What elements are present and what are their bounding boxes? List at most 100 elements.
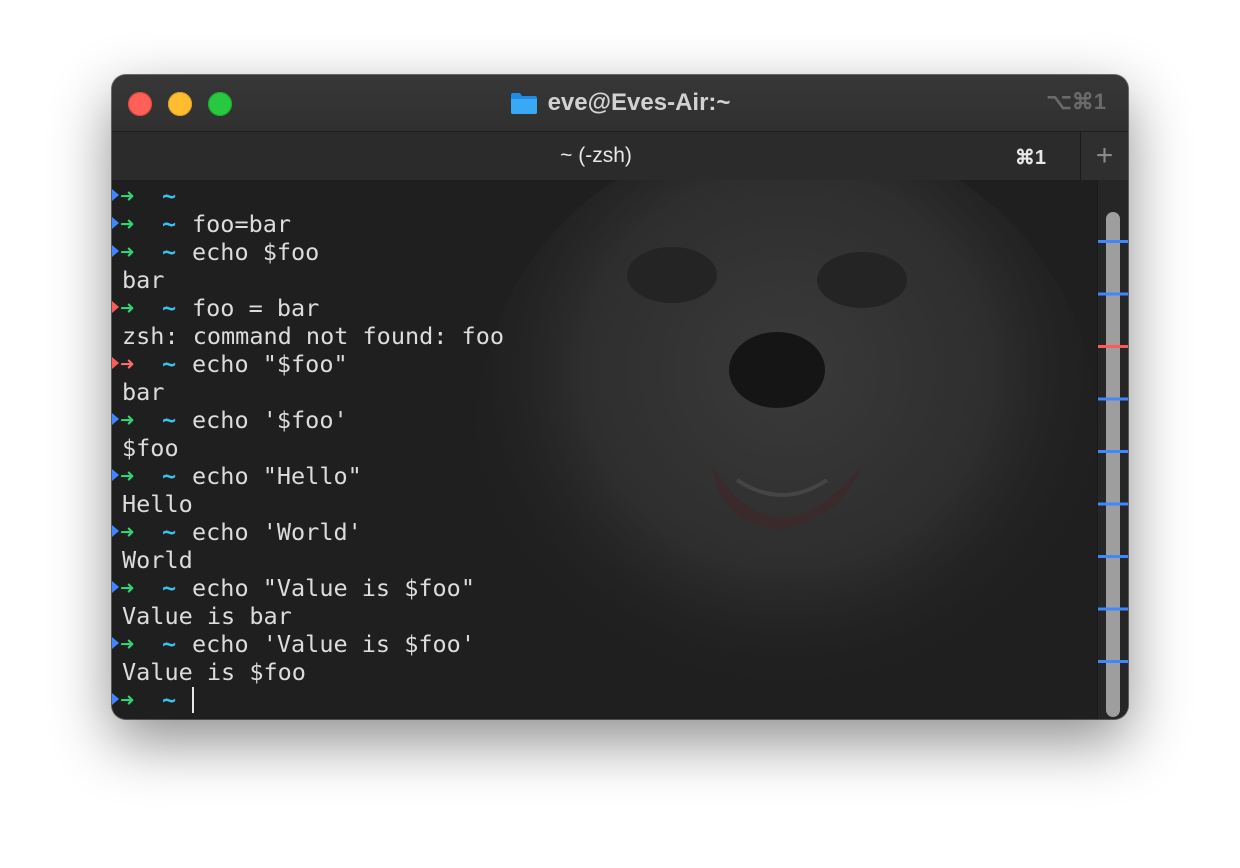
prompt-directory: ~ bbox=[162, 294, 177, 322]
output-line: World bbox=[112, 546, 1088, 574]
text-cursor bbox=[192, 687, 194, 713]
mark-triangle-icon[interactable] bbox=[112, 413, 119, 425]
prompt-directory: ~ bbox=[162, 238, 177, 266]
scrollbar-mark bbox=[1098, 240, 1128, 243]
prompt-line: ➜ ~ echo 'Value is $foo' bbox=[112, 630, 1088, 658]
output-line: Hello bbox=[112, 490, 1088, 518]
output-line: Value is $foo bbox=[112, 658, 1088, 686]
command-text: foo=bar bbox=[192, 210, 292, 238]
output-line: Value is bar bbox=[112, 602, 1088, 630]
prompt-directory: ~ bbox=[162, 462, 177, 490]
command-text: foo = bar bbox=[192, 294, 320, 322]
prompt-directory: ~ bbox=[162, 406, 177, 434]
scrollbar-mark bbox=[1098, 660, 1128, 663]
command-text: echo "$foo" bbox=[192, 350, 348, 378]
mark-triangle-icon[interactable] bbox=[112, 301, 119, 313]
prompt-line: ➜ ~ echo '$foo' bbox=[112, 406, 1088, 434]
output-line: bar bbox=[112, 266, 1088, 294]
prompt-arrow-icon: ➜ bbox=[120, 294, 135, 322]
prompt-directory: ~ bbox=[162, 210, 177, 238]
command-text: echo $foo bbox=[192, 238, 320, 266]
mark-triangle-icon[interactable] bbox=[112, 217, 119, 229]
terminal-output: ➜ ~ ➜ ~ foo=bar ➜ ~ echo $foo bar ➜ ~ foo = bar zsh:… bbox=[112, 182, 1088, 714]
prompt-line: ➜ ~ foo = bar bbox=[112, 294, 1088, 322]
prompt-directory: ~ bbox=[162, 630, 177, 658]
scrollbar-mark bbox=[1098, 397, 1128, 401]
prompt-line: ➜ ~ echo "Value is $foo" bbox=[112, 574, 1088, 602]
plus-icon: + bbox=[1095, 139, 1114, 172]
output-text: $foo bbox=[122, 434, 179, 462]
prompt-arrow-icon: ➜ bbox=[120, 182, 135, 210]
prompt-directory: ~ bbox=[162, 350, 177, 378]
output-line: bar bbox=[112, 378, 1088, 406]
prompt-arrow-icon: ➜ bbox=[120, 350, 135, 378]
command-text: echo "Hello" bbox=[192, 462, 362, 490]
terminal-content[interactable]: ➜ ~ ➜ ~ foo=bar ➜ ~ echo $foo bar ➜ ~ foo = bar zsh:… bbox=[112, 180, 1128, 719]
scrollbar-mark bbox=[1098, 502, 1128, 506]
prompt-line: ➜ ~ echo 'World' bbox=[112, 518, 1088, 546]
mark-triangle-icon[interactable] bbox=[112, 581, 119, 593]
scrollbar-mark bbox=[1098, 292, 1128, 296]
scrollbar-mark bbox=[1098, 555, 1128, 558]
prompt: ➜ ~ bbox=[112, 350, 192, 378]
folder-icon bbox=[510, 93, 537, 114]
prompt: ➜ ~ bbox=[112, 630, 192, 658]
mark-triangle-icon[interactable] bbox=[112, 245, 119, 257]
prompt: ➜ ~ bbox=[112, 462, 192, 490]
prompt: ➜ ~ bbox=[112, 182, 192, 210]
mark-triangle-icon[interactable] bbox=[112, 189, 119, 201]
prompt-arrow-icon: ➜ bbox=[120, 462, 135, 490]
output-text: World bbox=[122, 546, 193, 574]
command-text: echo "Value is $foo" bbox=[192, 574, 475, 602]
prompt-directory: ~ bbox=[162, 574, 177, 602]
prompt: ➜ ~ bbox=[112, 518, 192, 546]
scrollbar[interactable] bbox=[1097, 180, 1128, 719]
prompt-arrow-icon: ➜ bbox=[120, 574, 135, 602]
prompt-arrow-icon: ➜ bbox=[120, 210, 135, 238]
prompt-arrow-icon: ➜ bbox=[120, 686, 135, 714]
prompt-line: ➜ ~ echo "Hello" bbox=[112, 462, 1088, 490]
tab-shortcut: ⌘1 bbox=[1014, 147, 1046, 169]
prompt-arrow-icon: ➜ bbox=[120, 518, 135, 546]
command-text: echo 'Value is $foo' bbox=[192, 630, 475, 658]
output-text: Hello bbox=[122, 490, 193, 518]
prompt-line: ➜ ~ echo "$foo" bbox=[112, 350, 1088, 378]
prompt-line: ➜ ~ foo=bar bbox=[112, 210, 1088, 238]
scrollbar-mark bbox=[1098, 345, 1128, 348]
command-text: echo 'World' bbox=[192, 518, 362, 546]
prompt: ➜ ~ bbox=[112, 686, 192, 714]
output-text: Value is $foo bbox=[122, 658, 306, 686]
output-line: $foo bbox=[112, 434, 1088, 462]
prompt: ➜ ~ bbox=[112, 406, 192, 434]
scrollbar-mark bbox=[1098, 607, 1128, 611]
tab-bar: ~ (-zsh) ⌘1 + bbox=[112, 131, 1128, 182]
prompt-directory: ~ bbox=[162, 686, 177, 714]
command-text: echo '$foo' bbox=[192, 406, 348, 434]
prompt-directory: ~ bbox=[162, 518, 177, 546]
prompt-arrow-icon: ➜ bbox=[120, 238, 135, 266]
prompt: ➜ ~ bbox=[112, 574, 192, 602]
prompt-arrow-icon: ➜ bbox=[120, 406, 135, 434]
scrollbar-marks bbox=[1098, 240, 1128, 663]
title-bar[interactable]: eve@Eves-Air:~ ⌥⌘1 bbox=[112, 75, 1128, 131]
tab-zsh[interactable]: ~ (-zsh) ⌘1 bbox=[112, 132, 1080, 180]
prompt-line: ➜ ~ bbox=[112, 182, 1088, 210]
prompt: ➜ ~ bbox=[112, 210, 192, 238]
mark-triangle-icon[interactable] bbox=[112, 525, 119, 537]
prompt: ➜ ~ bbox=[112, 294, 192, 322]
window-title-text: eve@Eves-Air:~ bbox=[547, 89, 731, 116]
prompt: ➜ ~ bbox=[112, 238, 192, 266]
prompt-line: ➜ ~ echo $foo bbox=[112, 238, 1088, 266]
scrollbar-mark bbox=[1098, 450, 1128, 453]
output-line: zsh: command not found: foo bbox=[112, 322, 1088, 350]
new-tab-button[interactable]: + bbox=[1080, 132, 1128, 180]
mark-triangle-icon[interactable] bbox=[112, 693, 119, 705]
prompt-directory: ~ bbox=[162, 182, 177, 210]
prompt-arrow-icon: ➜ bbox=[120, 630, 135, 658]
window-title: eve@Eves-Air:~ bbox=[112, 88, 1128, 118]
terminal-window: eve@Eves-Air:~ ⌥⌘1 ~ (-zsh) ⌘1 + ➜ ~ ➜ ~… bbox=[112, 75, 1128, 719]
mark-triangle-icon[interactable] bbox=[112, 637, 119, 649]
mark-triangle-icon[interactable] bbox=[112, 357, 119, 369]
mark-triangle-icon[interactable] bbox=[112, 469, 119, 481]
prompt-line: ➜ ~ bbox=[112, 686, 1088, 714]
